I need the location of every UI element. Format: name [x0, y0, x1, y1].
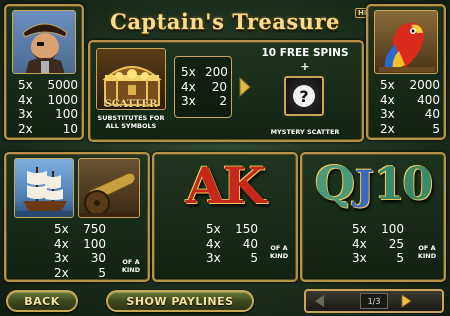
paytable-row: 3x 100	[18, 107, 78, 121]
show-paylines-label: SHOW PAYLINES	[126, 294, 234, 308]
qj10-symbol-panel: QJ10 5x 100 4x 25 3x 5 OF A KIND	[300, 152, 446, 282]
ship-symbol-image	[14, 158, 74, 218]
qj10-letters: QJ10	[302, 156, 444, 210]
free-spins-label: 10 FREE SPINS	[261, 47, 349, 59]
captain-symbol-panel: 5x 5000 4x 1000 3x 100 2x 10	[4, 4, 84, 140]
arrow-right-icon	[239, 76, 251, 98]
parrot-icon	[379, 22, 435, 72]
qj10-paytable: 5x 100 4x 25 3x 5	[352, 222, 404, 266]
page-navigator: 1/3	[304, 289, 444, 313]
paytable-row: 3x 40	[380, 107, 440, 121]
paytable-row: 3x 5	[352, 251, 404, 265]
paytable-row: 3x 30	[54, 251, 106, 265]
scatter-symbol-panel: SCATTER SUBSTITUTES FOR ALL SYMBOLS 5x 20…	[88, 40, 364, 142]
page-indicator-text: 1/3	[367, 296, 381, 306]
ak-paytable: 5x 150 4x 40 3x 5	[206, 222, 258, 266]
paytable-row: 4x 20	[181, 79, 227, 94]
parrot-symbol-panel: 5x 2000 4x 400 3x 40 2x 5	[366, 4, 446, 140]
paytable-row: 3x 5	[206, 251, 258, 265]
back-button[interactable]: BACK	[6, 290, 78, 312]
paytable-row: 5x 200	[181, 65, 228, 79]
cannon-icon	[79, 172, 139, 217]
plus-sign: +	[300, 60, 310, 73]
show-paylines-button[interactable]: SHOW PAYLINES	[106, 290, 254, 312]
mystery-scatter-tile: ?	[284, 76, 324, 116]
game-title: Captain's Treasure	[110, 8, 340, 34]
captain-paytable: 5x 5000 4x 1000 3x 100 2x 10	[18, 78, 78, 136]
paytable-row: 4x 100	[54, 236, 106, 251]
paytable-row: 2x 5	[54, 265, 106, 280]
scatter-description: SUBSTITUTES FOR ALL SYMBOLS	[97, 114, 165, 130]
ship-cannon-paytable: 5x 750 4x 100 3x 30 2x 5	[54, 222, 106, 280]
letter-q: Q	[314, 156, 355, 210]
game-title-banner: Captain's Treasure	[95, 4, 355, 38]
paytable-row: 2x 10	[18, 121, 78, 136]
paytable-row: 4x 25	[352, 236, 404, 251]
paytable-row: 5x 750	[54, 222, 106, 236]
cannon-symbol-image	[78, 158, 140, 218]
paytable-row: 4x 40	[206, 236, 258, 251]
of-a-kind-label: OF A KIND	[269, 244, 289, 260]
captain-icon	[22, 23, 68, 73]
ak-letters: AK	[185, 156, 266, 215]
paytable-row: 3x 2	[181, 94, 227, 108]
paytable-row: 5x 150	[206, 222, 258, 236]
previous-page-button[interactable]	[312, 293, 328, 309]
paytable-row: 4x 400	[380, 92, 440, 107]
mystery-scatter-label: MYSTERY SCATTER	[270, 128, 340, 136]
back-button-label: BACK	[24, 294, 60, 308]
of-a-kind-label: OF A KIND	[417, 244, 437, 260]
paytable-row: 5x 5000	[18, 78, 78, 92]
parrot-paytable: 5x 2000 4x 400 3x 40 2x 5	[380, 78, 440, 136]
question-mark: ?	[299, 86, 309, 106]
ship-icon	[15, 167, 73, 217]
paytable-row: 5x 100	[352, 222, 404, 236]
scatter-paytable-box: 5x 200 4x 20 3x 2	[174, 56, 232, 118]
captain-symbol-image	[12, 10, 76, 74]
next-page-button[interactable]	[398, 293, 414, 309]
of-a-kind-label: OF A KIND	[121, 258, 141, 274]
paytable-row: 5x 2000	[380, 78, 440, 92]
ship-cannon-symbol-panel: 5x 750 4x 100 3x 30 2x 5 OF A KIND	[4, 152, 150, 282]
paytable-row: 4x 1000	[18, 92, 78, 107]
page-indicator: 1/3	[360, 293, 388, 309]
scatter-label: SCATTER	[104, 99, 158, 110]
paytable-row: 2x 5	[380, 121, 440, 136]
letter-10: 10	[373, 159, 433, 210]
letter-j: J	[354, 162, 374, 209]
mystery-question-icon: ?	[293, 85, 315, 107]
parrot-symbol-image	[374, 10, 438, 74]
scatter-paytable: 5x 200 4x 20 3x 2	[181, 65, 228, 109]
arrow-right-icon	[401, 294, 412, 308]
ak-symbol-panel: AK 5x 150 4x 40 3x 5 OF A KIND	[152, 152, 298, 282]
arrow-left-icon	[315, 295, 324, 307]
